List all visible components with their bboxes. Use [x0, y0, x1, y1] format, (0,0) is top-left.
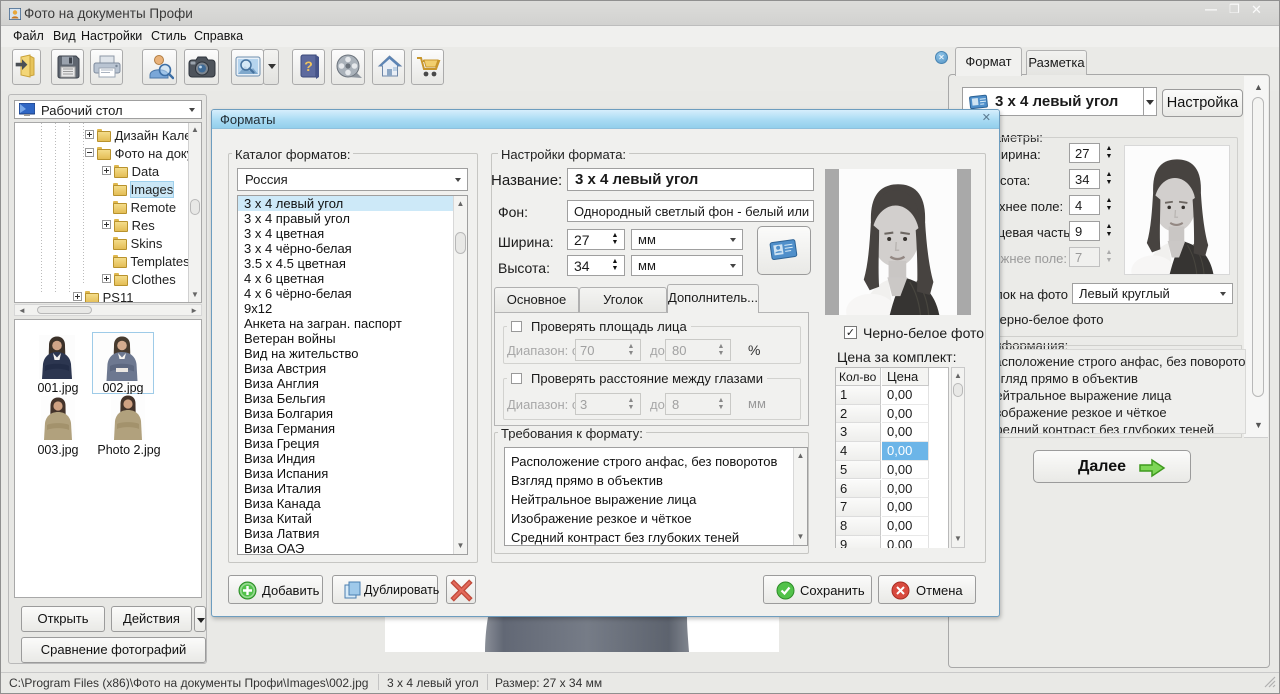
svg-text:?: ?: [304, 58, 313, 74]
